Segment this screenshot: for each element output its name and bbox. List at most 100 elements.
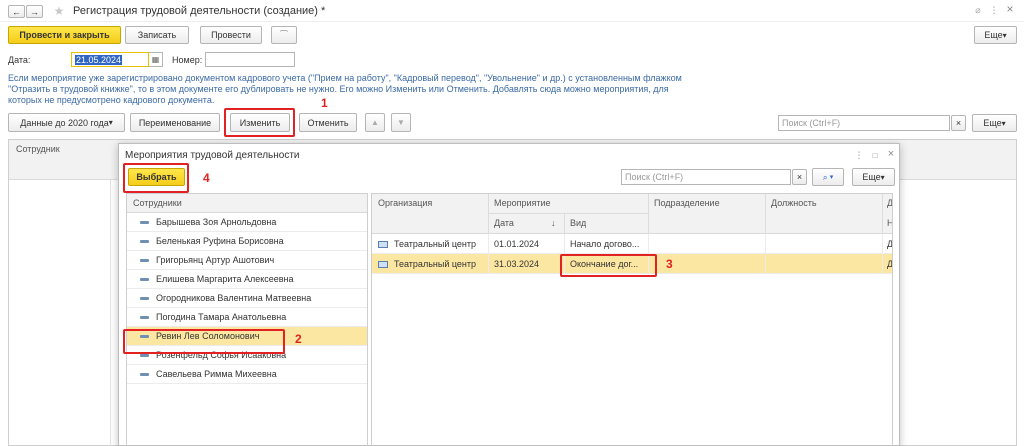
cell-sep [765,254,766,274]
event-row[interactable]: Театральный центр 01.01.2024 Начало догово… [372,234,893,254]
number-field[interactable] [205,52,295,67]
dialog-maximize-icon[interactable]: □ [870,149,880,161]
highlight-employee [123,329,285,354]
col-sep [765,194,766,234]
main-grid-divider [110,180,111,446]
event-org: Театральный центр [378,254,476,274]
col-event: Мероприятие [494,198,551,208]
link-icon[interactable]: ⌀ [972,4,984,16]
employees-panel: Сотрудники Барышева Зоя Арнольдовна Белен… [126,193,368,446]
employee-icon [140,277,149,281]
employee-name: Елишева Маргарита Алексеевна [156,274,294,284]
col-sep [564,214,565,234]
event-org-label: Театральный центр [394,259,477,269]
window-title: Регистрация трудовой деятельности (созда… [73,5,326,17]
cell-sep [765,234,766,254]
post-button[interactable]: Провести [200,26,262,44]
employee-name: Барышева Зоя Арнольдовна [156,217,277,227]
event-extra: Д [887,259,893,269]
events-scroll-divider [372,234,373,446]
data-before-2020-button[interactable]: Данные до 2020 года [8,113,125,132]
window-close-icon[interactable]: × [1004,2,1016,16]
date-field[interactable]: 21.05.2024 [71,52,149,67]
search-icon: ⌕ [822,171,828,182]
title-bar: ← → ★ Регистрация трудовой деятельности … [0,0,1024,22]
move-up-button[interactable]: ▲ [365,113,385,132]
document-icon [378,260,388,268]
employee-row[interactable]: Савельева Римма Михеевна [127,365,367,384]
date-label: Дата: [8,55,31,65]
forward-button[interactable]: → [26,5,43,18]
employee-row[interactable]: Елишева Маргарита Алексеевна [127,270,367,289]
cell-sep [882,234,883,254]
main-search-clear-button[interactable]: × [951,115,966,131]
employee-row[interactable]: Огородникова Валентина Матвеевна [127,289,367,308]
cell-sep [882,254,883,274]
rename-button[interactable]: Переименование [130,113,220,132]
sort-desc-icon[interactable]: ↓ [551,218,556,228]
col-sep [648,194,649,234]
back-button[interactable]: ← [8,5,25,18]
employee-row[interactable]: Беленькая Руфина Борисовна [127,232,367,251]
number-label: Номер: [172,55,203,65]
col-position: Должность [771,198,817,208]
employee-icon [140,315,149,319]
annotation-2: 2 [295,332,302,346]
col-sep [882,194,883,234]
employees-header: Сотрудники [127,194,367,213]
cancel-button[interactable]: Отменить [299,113,357,132]
post-and-close-button[interactable]: Провести и закрыть [8,26,121,44]
employee-icon [140,220,149,224]
paperclip-icon: ⁀ [280,29,288,40]
col-kind: Вид [570,218,587,228]
cell-sep [648,234,649,254]
info-text-line-2: "Отразить в трудовой книжке", то в этом … [8,84,669,94]
date-value: 21.05.2024 [75,54,123,65]
annotation-1: 1 [321,96,328,110]
attach-button[interactable]: ⁀ [271,26,297,44]
employee-row[interactable]: Погодина Тамара Анатольевна [127,308,367,327]
move-down-button[interactable]: ▼ [391,113,411,132]
more-button[interactable]: Еще [974,26,1017,44]
highlight-change [224,108,295,137]
calendar-icon[interactable]: ▦ [149,52,163,67]
employee-name: Савельева Римма Михеевна [156,369,277,379]
main-grid-col-employee: Сотрудник [16,144,60,154]
dialog-search-clear-button[interactable]: × [792,169,807,185]
col-extra: Д [887,198,893,208]
employee-icon [140,372,149,376]
dialog-menu-icon[interactable]: ⋮ [854,149,864,161]
highlight-event-kind [560,254,657,277]
main-search-input[interactable]: Поиск (Ctrl+F) [778,115,950,131]
dialog-search-input[interactable]: Поиск (Ctrl+F) [621,169,791,185]
dialog-search-button[interactable]: ⌕ ▾ [812,168,844,186]
event-extra: Д [887,239,893,249]
highlight-select [123,163,189,193]
events-panel: Организация Мероприятие Дата ↓ Вид Подра… [371,193,893,446]
info-text-line-3: которых не предусмотрено кадрового докум… [8,95,215,105]
event-org: Театральный центр [378,234,476,254]
col-org: Организация [378,198,433,208]
dialog-close-icon[interactable]: × [886,148,896,160]
star-icon[interactable]: ★ [52,4,66,18]
window-menu-icon[interactable]: ⋮ [988,4,1000,16]
save-button[interactable]: Записать [125,26,189,44]
dialog-more-button[interactable]: Еще [852,168,895,186]
event-date: 31.03.2024 [494,259,540,269]
info-text-line-1: Если мероприятие уже зарегистрировано до… [8,73,682,83]
col-sep [488,194,489,234]
employee-name: Огородникова Валентина Матвеевна [156,293,312,303]
employee-name: Беленькая Руфина Борисовна [156,236,284,246]
document-icon [378,240,388,248]
event-kind: Начало догово... [570,239,640,249]
employee-row[interactable]: Барышева Зоя Арнольдовна [127,213,367,232]
annotation-4: 4 [203,171,210,185]
cell-sep [488,234,489,254]
event-org-label: Театральный центр [394,239,477,249]
main-more-button[interactable]: Еще [972,114,1017,132]
col-dept: Подразделение [654,198,720,208]
employee-icon [140,296,149,300]
employee-row[interactable]: Григорьянц Артур Ашотович [127,251,367,270]
col-date: Дата [494,218,514,228]
employees-header-label: Сотрудники [133,198,182,208]
